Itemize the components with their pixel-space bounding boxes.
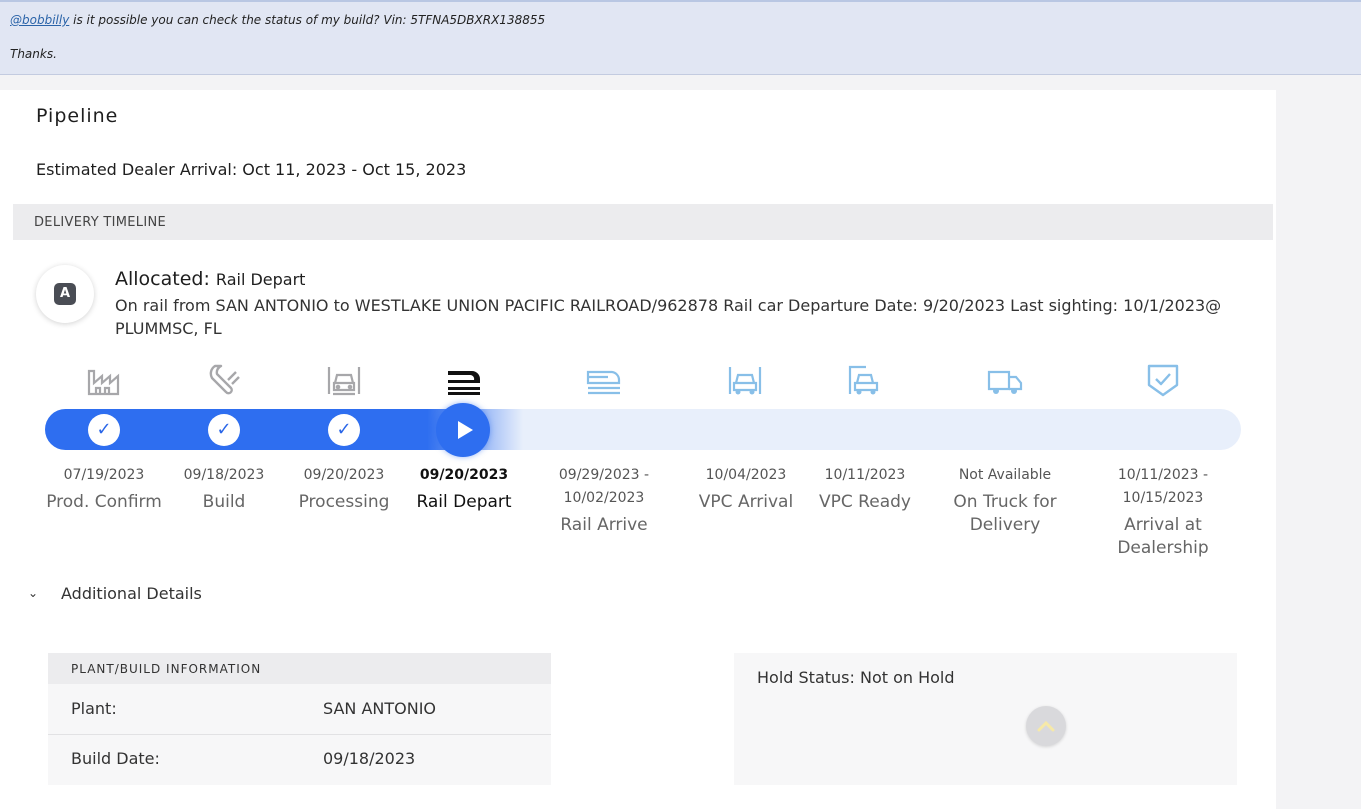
car-garage-icon (728, 367, 762, 395)
status-heading: Allocated: Rail Depart (115, 268, 305, 290)
stage-complete-check-icon: ✓ (88, 414, 120, 446)
table-row: Plant: SAN ANTONIO (48, 684, 551, 734)
train-icon (586, 370, 621, 395)
message-text: is it possible you can check the status … (69, 13, 546, 27)
stage-date: 09/20/2023 (419, 467, 509, 483)
table-row: Build Date: 09/18/2023 (48, 734, 551, 784)
user-mention-link[interactable]: @bobbilly (10, 13, 69, 27)
section-title: PLANT/BUILD INFORMATION (71, 662, 262, 676)
current-stage-play-icon (436, 403, 490, 457)
chevron-up-icon (1037, 720, 1055, 732)
hold-status: Hold Status: Not on Hold (757, 668, 955, 687)
page-background (0, 75, 1276, 90)
avatar: A (54, 283, 76, 305)
stage-complete-check-icon: ✓ (208, 414, 240, 446)
stage-label: Rail Arrive (560, 515, 648, 535)
car-ready-icon (848, 365, 879, 395)
stage-label: Rail Depart (416, 492, 512, 512)
wrench-icon (209, 364, 240, 395)
status-description: On rail from SAN ANTONIO to WESTLAKE UNI… (115, 296, 1222, 338)
shield-check-icon (1147, 364, 1179, 397)
car-garage-icon (327, 367, 361, 396)
page-background-right (1276, 75, 1361, 809)
hold-status-panel: Hold Status: Not on Hold (734, 653, 1237, 785)
plant-build-panel: PLANT/BUILD INFORMATION Plant: SAN ANTON… (48, 653, 551, 785)
page-title: Pipeline (36, 105, 119, 127)
plant-build-header: PLANT/BUILD INFORMATION (48, 653, 551, 684)
status-label: Allocated: (115, 268, 210, 290)
stage-complete-check-icon: ✓ (328, 414, 360, 446)
scroll-to-top-button[interactable] (1026, 706, 1066, 746)
chevron-down-icon: ⌄ (28, 586, 39, 600)
delivery-timeline-header: DELIVERY TIMELINE (13, 204, 1273, 240)
additional-details-label: Additional Details (61, 584, 202, 603)
stage-date: 07/19/2023 (63, 467, 145, 483)
stage-date: 09/18/2023 (183, 467, 265, 483)
stage-label: Arrival at Dealership (1117, 515, 1209, 558)
stage-date: 09/20/2023 (303, 467, 385, 483)
section-title: DELIVERY TIMELINE (34, 215, 167, 230)
build-date-label: Build Date: (71, 749, 160, 768)
factory-icon (87, 369, 120, 396)
plant-value: SAN ANTONIO (323, 699, 437, 718)
status-avatar: A (36, 265, 94, 323)
stage-label: On Truck for Delivery (953, 492, 1057, 535)
stage-label: Processing (298, 492, 390, 512)
estimated-arrival: Estimated Dealer Arrival: Oct 11, 2023 -… (36, 160, 467, 179)
truck-icon (987, 370, 1023, 394)
stage-date: 10/11/2023 - 10/15/2023 (1117, 467, 1209, 506)
plant-label: Plant: (71, 699, 117, 718)
stage-label: VPC Ready (819, 492, 911, 512)
stage-date: 10/11/2023 (824, 467, 906, 483)
message-signoff: Thanks. (10, 47, 57, 61)
status-value: Rail Depart (215, 270, 306, 289)
stage-label: Prod. Confirm (46, 492, 162, 512)
stage-date: Not Available (958, 467, 1052, 483)
forum-message: @bobbilly is it possible you can check t… (0, 0, 1361, 75)
train-icon (448, 371, 480, 395)
message-line: @bobbilly is it possible you can check t… (10, 13, 545, 27)
stage-label: Build (202, 492, 246, 512)
build-date-value: 09/18/2023 (323, 749, 416, 768)
stage-date: 09/29/2023 - 10/02/2023 (558, 467, 650, 506)
